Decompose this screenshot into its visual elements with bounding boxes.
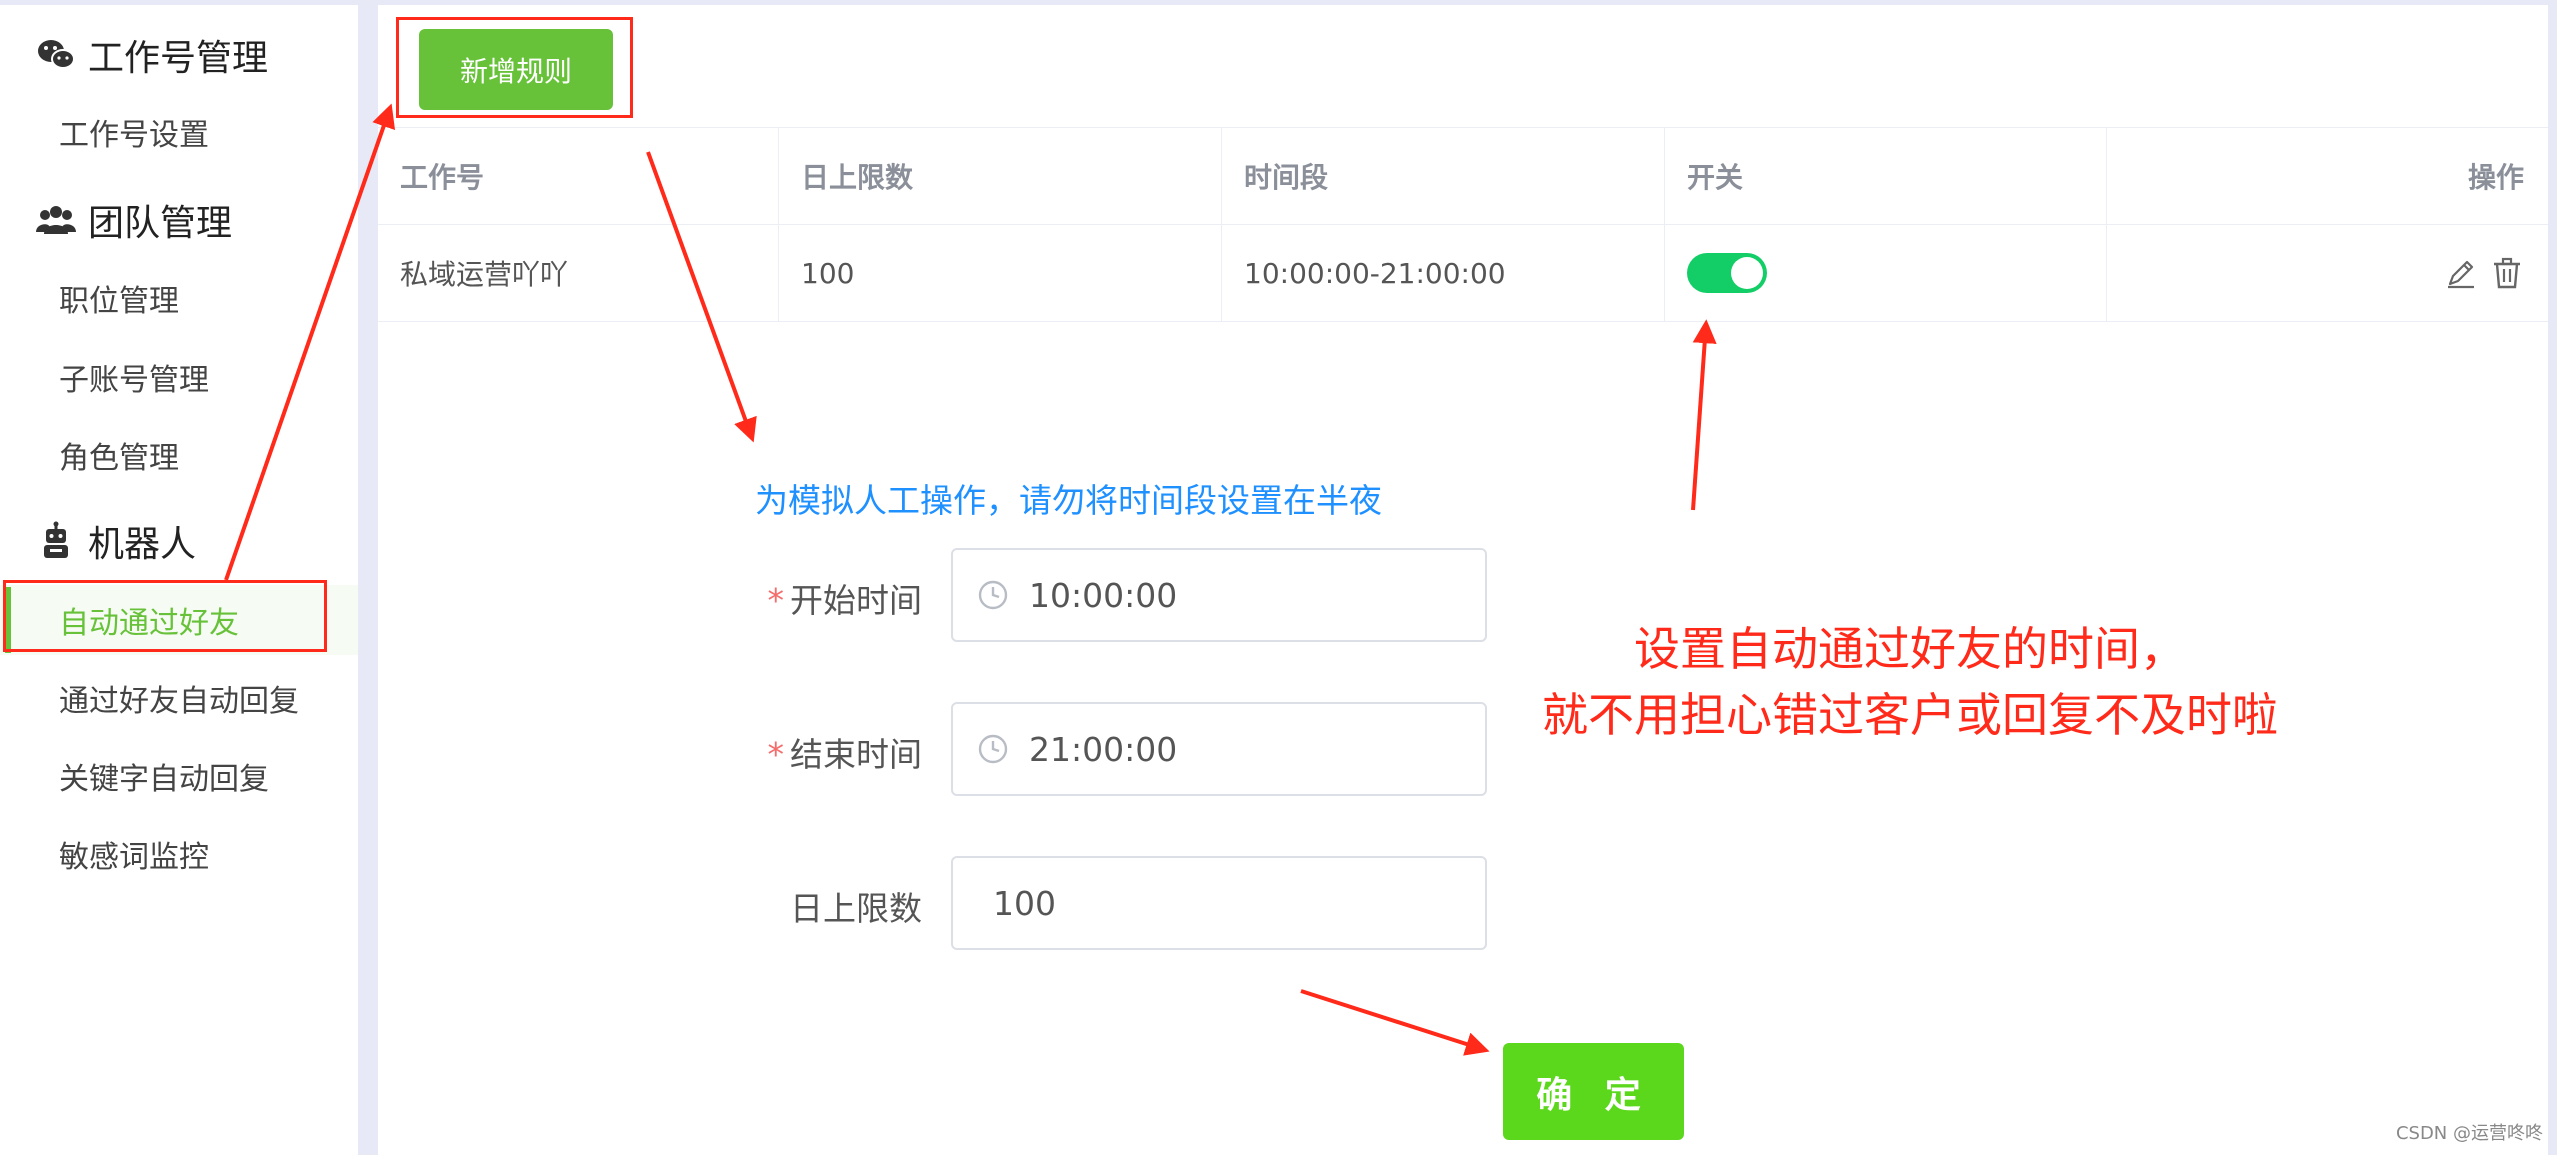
sidebar-item-role-management[interactable]: 角色管理 [0,420,358,490]
sidebar-item-label: 工作号设置 [59,118,209,153]
sidebar-item-label: 敏感词监控 [59,840,209,875]
clock-icon [978,734,1008,764]
label-text: 结束时间 [790,735,922,774]
annotation-line-2: 就不用担心错过客户或回复不及时啦 [1542,688,2278,742]
required-mark: * [767,735,785,774]
label-text: 开始时间 [790,581,922,620]
annotation-line-1: 设置自动通过好友的时间， [1634,622,2186,676]
form-note: 为模拟人工操作，请勿将时间段设置在半夜 [755,481,1382,520]
start-time-value: 10:00:00 [1029,575,1178,615]
sidebar-item-label: 子账号管理 [59,363,209,398]
group-title-team-management: 团队管理 [36,190,232,250]
group-title-account-management: 工作号管理 [36,25,268,85]
end-time-label: * 结束时间 [722,728,923,776]
table-header: 工作号 日上限数 时间段 开关 操作 [378,128,2548,225]
robot-icon [44,521,68,558]
clock-icon [978,580,1008,610]
column-header-switch: 开关 [1665,128,2107,224]
switch-knob [1731,257,1763,289]
sidebar-item-account-settings[interactable]: 工作号设置 [0,97,358,167]
column-header-actions: 操作 [2467,161,2524,194]
delete-icon[interactable] [2490,256,2524,290]
sidebar-item-position-management[interactable]: 职位管理 [0,263,358,333]
column-header-account: 工作号 [378,128,779,224]
cell-account: 私域运营吖吖 [378,225,779,321]
daily-limit-input[interactable]: 100 [951,856,1487,950]
start-time-label: * 开始时间 [722,574,923,622]
team-icon [36,206,76,234]
end-time-input[interactable]: 21:00:00 [951,702,1487,796]
sidebar-item-sensitive-word-monitor[interactable]: 敏感词监控 [0,819,358,889]
daily-limit-label: 日上限数 [722,882,922,930]
cell-time-range: 10:00:00-21:00:00 [1222,225,1665,321]
sidebar-item-label: 关键字自动回复 [59,762,269,797]
cell-daily-limit: 100 [779,225,1222,321]
end-time-value: 21:00:00 [1029,729,1178,769]
cell-switch [1665,225,2107,321]
cell-actions [2107,225,2548,321]
watermark: CSDN @运营咚咚 [2395,1123,2543,1144]
column-header-daily-limit: 日上限数 [779,128,1222,224]
sidebar-item-label: 角色管理 [59,441,179,476]
start-time-input[interactable]: 10:00:00 [951,548,1487,642]
confirm-button[interactable]: 确 定 [1503,1043,1684,1140]
highlight-box-sidebar-item [3,580,327,652]
edit-icon[interactable] [2444,256,2478,290]
group-title-label: 团队管理 [88,203,233,244]
highlight-box-add-rule [396,17,633,118]
sidebar-item-label: 通过好友自动回复 [59,684,299,719]
rules-table: 工作号 日上限数 时间段 开关 操作 私域运营吖吖 100 10:00:00-2… [378,127,2548,322]
column-header-time-range: 时间段 [1222,128,1665,224]
sidebar-item-auto-reply-on-accept[interactable]: 通过好友自动回复 [0,663,358,733]
sidebar-item-keyword-auto-reply[interactable]: 关键字自动回复 [0,741,358,811]
label-text: 日上限数 [790,889,922,928]
group-title-label: 工作号管理 [88,38,269,79]
required-mark: * [767,581,785,620]
sidebar-item-subaccount-management[interactable]: 子账号管理 [0,342,358,412]
annotation-text: 设置自动通过好友的时间， 就不用担心错过客户或回复不及时啦 [1460,616,2360,748]
wechat-icon [38,40,75,69]
group-title-robot: 机器人 [36,511,196,571]
group-title-label: 机器人 [88,524,197,565]
enable-switch[interactable] [1687,253,1767,293]
sidebar-item-label: 职位管理 [59,284,179,319]
table-row: 私域运营吖吖 100 10:00:00-21:00:00 [378,225,2548,322]
daily-limit-value: 100 [993,883,1056,923]
